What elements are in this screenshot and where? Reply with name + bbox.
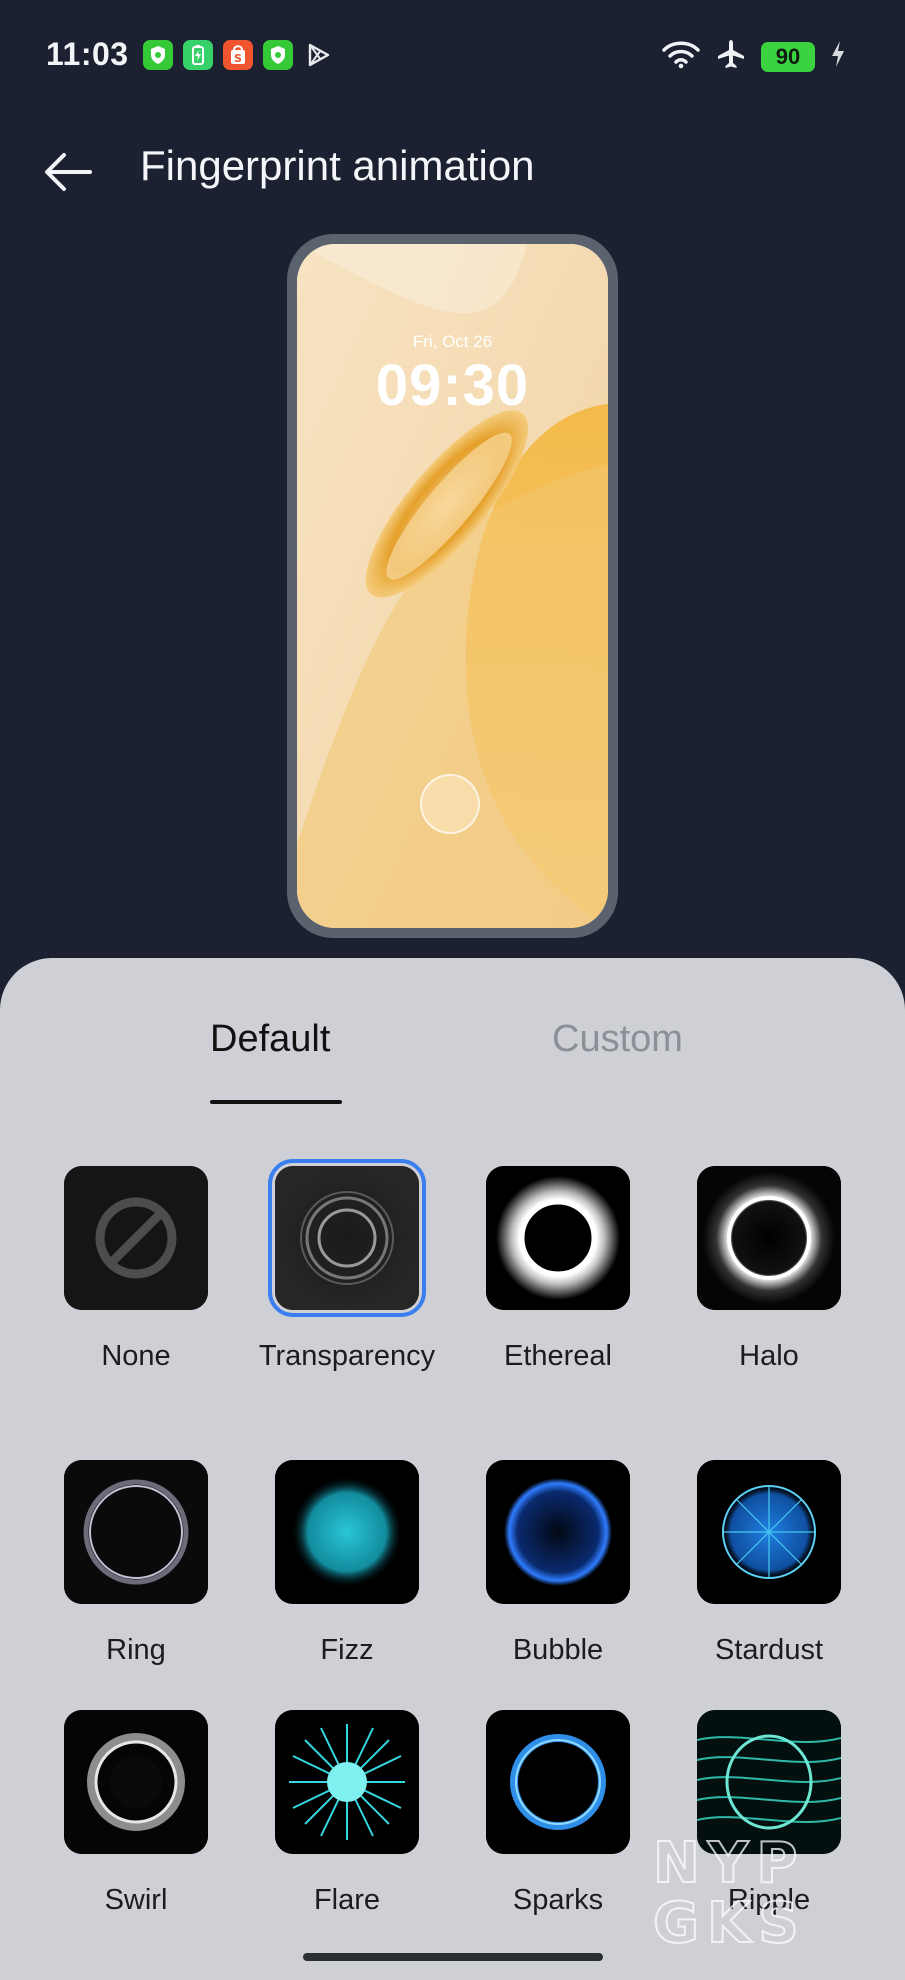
animation-option-halo[interactable]: Halo [679,1166,859,1378]
animation-option-fizz[interactable]: Fizz [257,1460,437,1672]
preview-screen: Fri, Oct 26 09:30 [297,244,608,928]
shield-green-icon [263,40,293,70]
svg-text:GKS: GKS [653,1891,807,1950]
lockscreen-preview: Fri, Oct 26 09:30 [287,234,618,938]
animation-label: Ring [106,1634,166,1666]
animation-option-stardust[interactable]: Stardust [679,1460,859,1672]
animation-label: Halo [739,1340,799,1372]
back-button[interactable] [38,140,98,200]
animation-picker-sheet: Default Custom None Transparency Etherea… [0,958,905,1980]
animation-option-transparency[interactable]: Transparency [257,1159,437,1378]
notification-icons: S [143,40,333,70]
airplane-mode-icon [715,38,747,75]
animation-label: Ethereal [503,1340,612,1372]
svg-text:S: S [234,52,242,65]
status-time: 11:03 [46,36,129,72]
animation-option-ethereal[interactable]: Ethereal [468,1166,648,1378]
animation-option-flare[interactable]: Flare [257,1710,437,1922]
stardust-icon[interactable] [697,1460,841,1604]
play-store-icon [303,40,333,70]
svg-text:NYP: NYP [653,1831,805,1896]
page-title: Fingerprint animation [140,142,535,189]
system-status-icons: 90 [661,38,847,75]
animation-label: Flare [313,1884,381,1916]
battery-app-icon [183,40,213,70]
fingerprint-sensor-indicator [420,774,480,834]
halo-ring-icon[interactable] [697,1166,841,1310]
fizz-icon[interactable] [275,1460,419,1604]
ring-icon[interactable] [64,1460,208,1604]
flare-icon[interactable] [275,1710,419,1854]
shopee-icon: S [223,40,253,70]
ethereal-ring-icon[interactable] [486,1166,630,1310]
lockscreen-date: Fri, Oct 26 [412,332,493,351]
charging-icon [829,39,847,74]
watermark-logo: NYP GKS [645,1830,885,1957]
tab-default[interactable]: Default [210,1018,330,1061]
battery-indicator: 90 [761,41,815,72]
active-tab-indicator [210,1100,342,1104]
tab-custom[interactable]: Custom [552,1018,683,1061]
wifi-icon [661,39,701,74]
status-bar: 11:03 S 90 [0,0,905,110]
none-icon[interactable] [64,1166,208,1310]
animation-option-ring[interactable]: Ring [46,1460,226,1672]
animation-label: Swirl [104,1884,168,1916]
animation-label: Bubble [512,1634,604,1666]
shield-green-icon [143,40,173,70]
app-header: Fingerprint animation [0,130,905,210]
bubble-icon[interactable] [486,1460,630,1604]
animation-option-swirl[interactable]: Swirl [46,1710,226,1922]
animation-label: Stardust [715,1634,823,1666]
animation-label: Sparks [512,1884,604,1916]
animation-label: None [101,1340,171,1372]
animation-label: Transparency [258,1340,436,1372]
animation-option-none[interactable]: None [46,1166,226,1378]
animation-option-bubble[interactable]: Bubble [468,1460,648,1672]
sparks-icon[interactable] [486,1710,630,1854]
home-indicator[interactable] [303,1953,603,1961]
transparency-ring-icon[interactable] [268,1159,426,1317]
animation-option-sparks[interactable]: Sparks [468,1710,648,1922]
swirl-icon[interactable] [64,1710,208,1854]
tab-bar: Default Custom [0,1018,905,1088]
animation-label: Fizz [320,1634,374,1666]
back-arrow-icon [45,153,92,191]
lockscreen-time: 09:30 [375,353,530,418]
